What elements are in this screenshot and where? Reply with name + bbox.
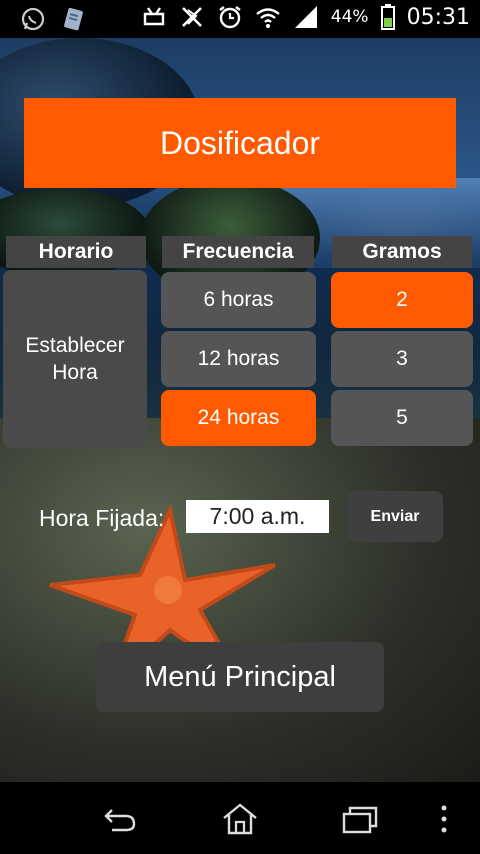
- app-title-text: Dosificador: [159, 124, 321, 161]
- horario-header: Horario: [6, 236, 146, 268]
- signal-icon: [294, 6, 317, 28]
- battery-icon: [380, 4, 395, 30]
- android-debug-icon: [143, 7, 164, 26]
- notification-icon: [64, 7, 83, 31]
- frequency-12h-button[interactable]: 12 horas: [161, 331, 316, 387]
- grams-2-button[interactable]: 2: [331, 272, 473, 328]
- overflow-menu-icon[interactable]: [434, 802, 454, 836]
- gramos-header: Gramos: [332, 236, 472, 268]
- fixed-time-label: Hora Fijada:: [39, 505, 165, 531]
- grams-5-button[interactable]: 5: [331, 390, 473, 446]
- status-bar: 44% 05:31: [0, 0, 480, 38]
- set-time-label-line2: Hora: [52, 361, 98, 384]
- navigation-bar: [0, 782, 480, 854]
- grams-3-button[interactable]: 3: [331, 331, 473, 387]
- fixed-time-field[interactable]: 7:00 a.m.: [186, 500, 329, 533]
- clock: 05:31: [406, 4, 470, 30]
- battery-percent: 44%: [330, 7, 369, 27]
- app-title: Dosificador: [24, 98, 456, 188]
- frequency-6h-button[interactable]: 6 horas: [161, 272, 316, 328]
- bluetooth-off-icon: [181, 7, 202, 27]
- frecuencia-header: Frecuencia: [162, 236, 314, 268]
- recent-apps-icon[interactable]: [340, 802, 380, 836]
- set-time-label-line1: Establecer: [25, 334, 125, 357]
- whatsapp-icon: [21, 7, 45, 31]
- wifi-icon: [256, 8, 280, 28]
- frequency-24h-button[interactable]: 24 horas: [161, 390, 316, 446]
- set-time-button[interactable]: Establecer Hora: [3, 270, 147, 448]
- home-icon[interactable]: [220, 802, 260, 836]
- alarm-icon: [219, 6, 241, 29]
- main-menu-button[interactable]: Menú Principal: [96, 642, 384, 712]
- send-button[interactable]: Enviar: [347, 491, 443, 542]
- back-icon[interactable]: [100, 802, 140, 836]
